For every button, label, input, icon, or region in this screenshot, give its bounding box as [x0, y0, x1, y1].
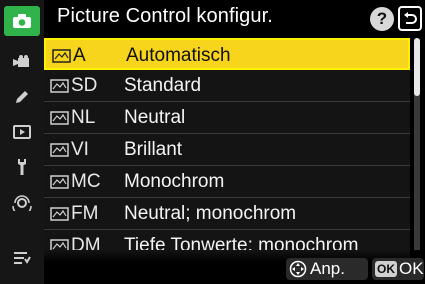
list-item-label: Monochrom [124, 171, 225, 192]
picture-control-list: A Automatisch SD Standard NL Neutral VI … [44, 38, 410, 262]
picture-control-code: NL [71, 107, 96, 128]
list-item-monochrome[interactable]: MC Monochrom [44, 166, 410, 198]
picture-control-code: FM [71, 203, 99, 224]
back-button[interactable] [398, 6, 422, 31]
sidebar-item-photo-shooting[interactable] [4, 6, 40, 36]
sidebar-item-setup[interactable] [3, 153, 41, 181]
sidebar-item-custom-settings[interactable] [3, 83, 41, 111]
picture-control-code: A [73, 45, 86, 66]
list-item-vivid[interactable]: VI Brillant [44, 134, 410, 166]
picture-control-code: SD [71, 75, 98, 96]
back-arrow-icon [404, 11, 417, 24]
wrench-icon [18, 159, 26, 175]
list-scrollbar[interactable] [414, 38, 420, 262]
page-title: Picture Control konfigur. [57, 5, 273, 27]
picture-control-icon [50, 143, 69, 157]
help-button[interactable]: ? [370, 7, 394, 31]
picture-control-icon [50, 111, 69, 125]
movie-camera-icon [13, 55, 29, 67]
ok-hint[interactable]: OK OK [372, 258, 424, 280]
list-item-flat-monochrome[interactable]: FM Neutral; monochrom [44, 198, 410, 230]
list-item-label: Neutral [124, 107, 186, 128]
adjust-hint-label: Anp. [310, 259, 345, 278]
scrollbar-thumb[interactable] [414, 38, 420, 96]
list-item-label: Neutral; monochrom [124, 203, 297, 224]
sidebar-item-my-menu[interactable] [3, 244, 41, 272]
button-hint-bar: Anp. OK OK [44, 250, 425, 284]
list-item-standard[interactable]: SD Standard [44, 70, 410, 102]
help-icon: ? [376, 9, 388, 28]
playback-icon [13, 125, 31, 139]
menu-screen: Picture Control konfigur. ? A Automatisc… [0, 0, 425, 284]
picture-control-icon [50, 207, 69, 221]
adjust-hint[interactable]: Anp. [286, 258, 368, 280]
list-item-label: Standard [124, 75, 202, 96]
camera-icon [13, 14, 31, 28]
my-menu-icon [14, 252, 31, 264]
picture-control-code: MC [71, 171, 101, 192]
picture-control-icon [52, 49, 71, 63]
ok-button-icon: OK [375, 261, 397, 277]
list-item-label: Automatisch [126, 45, 231, 66]
list-item-neutral[interactable]: NL Neutral [44, 102, 410, 134]
menu-header: Picture Control konfigur. ? [44, 0, 425, 38]
sidebar-item-playback[interactable] [3, 118, 41, 146]
sidebar-item-network[interactable] [3, 188, 41, 216]
ok-hint-label: OK [399, 259, 424, 278]
network-icon [12, 195, 32, 211]
list-item-label: Brillant [124, 139, 183, 160]
pencil-icon [16, 91, 28, 103]
picture-control-icon [50, 175, 69, 189]
multi-selector-icon [289, 260, 307, 278]
picture-control-icon [50, 79, 69, 93]
sidebar-item-movie[interactable] [3, 48, 41, 76]
menu-sidebar [0, 0, 44, 284]
list-item-automatic[interactable]: A Automatisch [44, 38, 410, 70]
picture-control-code: VI [71, 139, 89, 160]
